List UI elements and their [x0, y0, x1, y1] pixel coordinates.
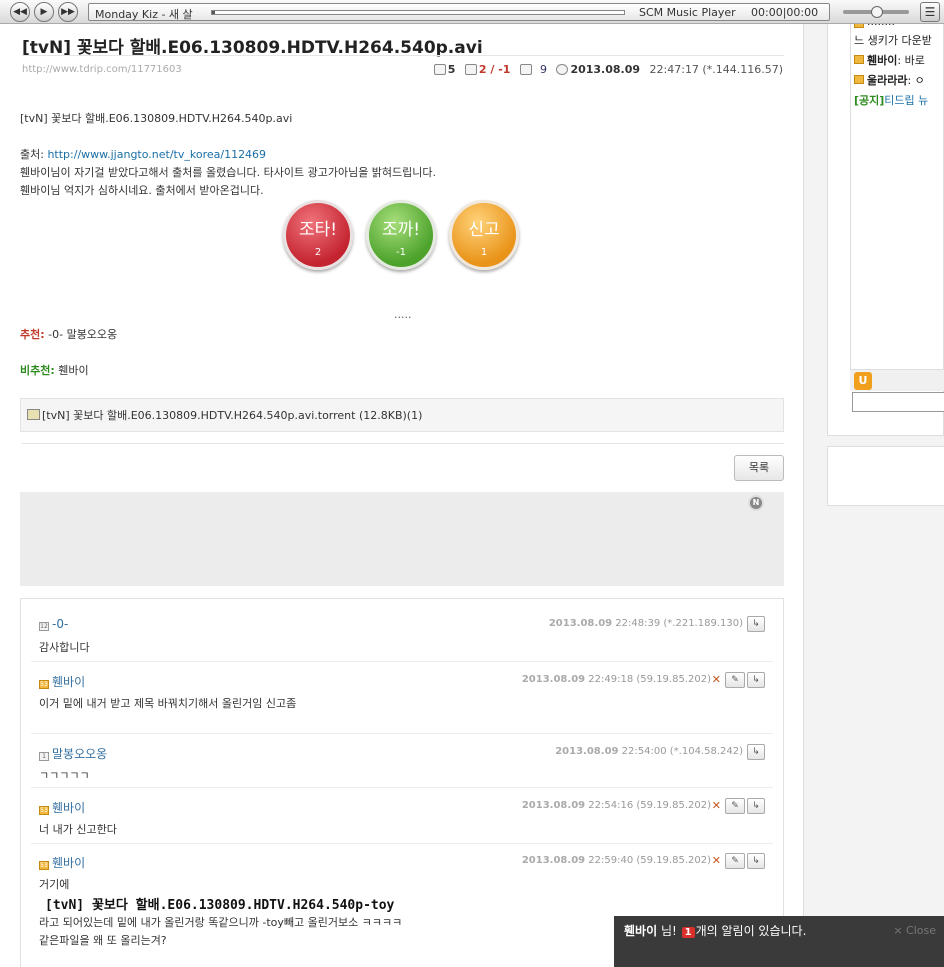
- list-button[interactable]: 목록: [734, 455, 784, 481]
- comment-divider: [31, 733, 773, 734]
- document-icon: [464, 64, 477, 75]
- chat-line: ········: [854, 24, 895, 31]
- comment-time: 2013.08.09 22:48:39 (*.221.189.130): [548, 618, 743, 629]
- comment-time: 2013.08.09 22:54:16 (59.19.85.202): [521, 800, 711, 811]
- next-icon[interactable]: ▶▶: [58, 2, 78, 22]
- attachment-link[interactable]: [tvN] 꽃보다 할배.E06.130809.HDTV.H264.540p.a…: [42, 409, 422, 422]
- recommenders: 추천: -0- 말봉오오옹: [20, 328, 118, 341]
- attachment-box: [tvN] 꽃보다 할배.E06.130809.HDTV.H264.540p.a…: [20, 398, 784, 432]
- comment-text: 이거 밑에 내거 받고 제목 바꿔치기해서 올린거임 신고좀: [39, 697, 297, 710]
- chat-toolbar: U: [850, 369, 944, 391]
- divider-dots: .....: [394, 308, 412, 321]
- comment-divider: [31, 787, 773, 788]
- post-panel: [tvN] 꽃보다 할배.E06.130809.HDTV.H264.540p.a…: [0, 24, 804, 967]
- edit-icon[interactable]: ✎: [725, 672, 745, 688]
- chat-line: 울라라라: ㅇ: [854, 72, 925, 88]
- recommend-count: 2 / -1: [464, 63, 510, 76]
- player-progress-bar[interactable]: [211, 10, 625, 15]
- comment-text: 감사합니다: [39, 641, 90, 654]
- non-recommenders: 비추천: 휀바이: [20, 364, 89, 377]
- volume-handle[interactable]: [871, 6, 883, 18]
- chat-sidebar: ········ 느 생키가 다운받 휀바이: 바로 울라라라: ㅇ [공지]티…: [827, 24, 944, 436]
- reply-icon[interactable]: ↳: [747, 672, 765, 688]
- post-body-line: 휀바이님이 자기걸 받았다고해서 출처를 올렸습니다. 타사이트 광고가아님을 …: [20, 166, 437, 179]
- chat-user-icon[interactable]: U: [854, 372, 872, 390]
- player-time: 00:00|00:00: [751, 6, 819, 19]
- title-divider: [22, 55, 784, 56]
- notification-text: 휀바이 님! 1 개의 알림이 있습니다.: [624, 924, 807, 938]
- comment-text: ㄱㄱㄱㄱㄱ: [39, 769, 90, 782]
- prev-icon[interactable]: ◀◀: [10, 2, 30, 22]
- comment-author[interactable]: 53 휀바이: [39, 799, 85, 816]
- vote-report-button[interactable]: 신고 1: [449, 200, 519, 270]
- delete-icon[interactable]: ✕: [712, 854, 721, 867]
- notification-bar[interactable]: 휀바이 님! 1 개의 알림이 있습니다. × Close: [614, 916, 944, 967]
- comment-divider: [31, 843, 773, 844]
- post-body-line: 휀바이님 억지가 심하시네요. 출처에서 받아온겁니다.: [20, 184, 264, 197]
- player-track: Monday Kiz - 새 살 SCM Music Player 00:00|…: [88, 3, 830, 21]
- source-link[interactable]: http://www.jjangto.net/tv_korea/112469: [47, 148, 266, 161]
- delete-icon[interactable]: ✕: [712, 673, 721, 686]
- comment-count: 9: [519, 63, 547, 76]
- comment-text: 너 내가 신고한다: [39, 823, 117, 836]
- volume-slider[interactable]: [843, 6, 909, 18]
- post-url[interactable]: http://www.tdrip.com/11771603: [22, 64, 182, 75]
- reply-icon[interactable]: ↳: [747, 798, 765, 814]
- comment-time: 2013.08.09 22:49:18 (59.19.85.202): [521, 674, 711, 685]
- post-datetime: 2013.08.09 22:47:17 (*.144.116.57): [556, 63, 783, 76]
- comment-time: 2013.08.09 22:54:00 (*.104.58.242): [555, 746, 743, 757]
- comment-author[interactable]: 1 말봉오오옹: [39, 745, 107, 762]
- edit-icon[interactable]: ✎: [725, 853, 745, 869]
- comment-text: 라고 되어있는데 밑에 내가 올린거랑 똑같으니까 -toy빼고 올린거보소 ㅋ…: [39, 916, 403, 929]
- new-badge-icon: N: [748, 495, 764, 511]
- reply-icon[interactable]: ↳: [747, 616, 765, 632]
- player-track-title: Monday Kiz - 새 살: [95, 8, 193, 21]
- play-icon[interactable]: ▶: [34, 2, 54, 22]
- chat-line: 휀바이: 바로: [854, 52, 925, 68]
- chat-notice[interactable]: [공지]티드립 뉴: [854, 92, 928, 108]
- edit-icon[interactable]: ✎: [725, 798, 745, 814]
- comment-author[interactable]: 53 휀바이: [39, 673, 85, 690]
- chat-input[interactable]: [852, 392, 944, 412]
- reply-icon[interactable]: ↳: [747, 853, 765, 869]
- player-name: SCM Music Player: [639, 6, 736, 19]
- reply-icon[interactable]: ↳: [747, 744, 765, 760]
- music-player: ◀◀ ▶ ▶▶ Monday Kiz - 새 살 SCM Music Playe…: [0, 0, 944, 24]
- comment-text: 같은파일을 왜 또 올리는겨?: [39, 934, 167, 947]
- delete-icon[interactable]: ✕: [712, 799, 721, 812]
- post-source: 출처: http://www.jjangto.net/tv_korea/1124…: [20, 148, 267, 161]
- content-divider: [22, 443, 784, 444]
- ad-area: N: [20, 492, 784, 586]
- vote-dislike-button[interactable]: 조까! -1: [366, 200, 436, 270]
- speech-bubble-icon: [433, 64, 446, 75]
- comment-divider: [31, 661, 773, 662]
- post-meta: 5 2 / -1 9 2013.08.09 22:47:17 (*.144.11…: [428, 63, 783, 76]
- reply-count: 5: [433, 63, 455, 76]
- sidebar-widget: [827, 446, 944, 506]
- chat-line: 느 생키가 다운받: [854, 34, 932, 47]
- vote-like-button[interactable]: 조타! 2: [283, 200, 353, 270]
- comment-time: 2013.08.09 22:59:40 (59.19.85.202): [521, 855, 711, 866]
- file-icon: [27, 409, 40, 420]
- clock-icon: [556, 64, 569, 75]
- chat-window: ········ 느 생키가 다운받 휀바이: 바로 울라라라: ㅇ [공지]티…: [850, 24, 944, 388]
- comment-text: 거기에: [39, 878, 70, 891]
- notes-icon: [519, 64, 532, 75]
- close-button[interactable]: × Close: [893, 924, 936, 937]
- comment-author[interactable]: 12 -0-: [39, 617, 68, 631]
- post-body-line: [tvN] 꽃보다 할배.E06.130809.HDTV.H264.540p.a…: [20, 112, 293, 125]
- menu-icon[interactable]: ☰: [920, 2, 940, 22]
- comment-filename: [tvN] 꽃보다 할배.E06.130809.HDTV.H264.540p-t…: [45, 898, 395, 913]
- comment-author[interactable]: 53 휀바이: [39, 854, 85, 871]
- page-root: ◀◀ ▶ ▶▶ Monday Kiz - 새 살 SCM Music Playe…: [0, 0, 944, 967]
- comment-list: 12 -0- 2013.08.09 22:48:39 (*.221.189.130…: [20, 598, 784, 967]
